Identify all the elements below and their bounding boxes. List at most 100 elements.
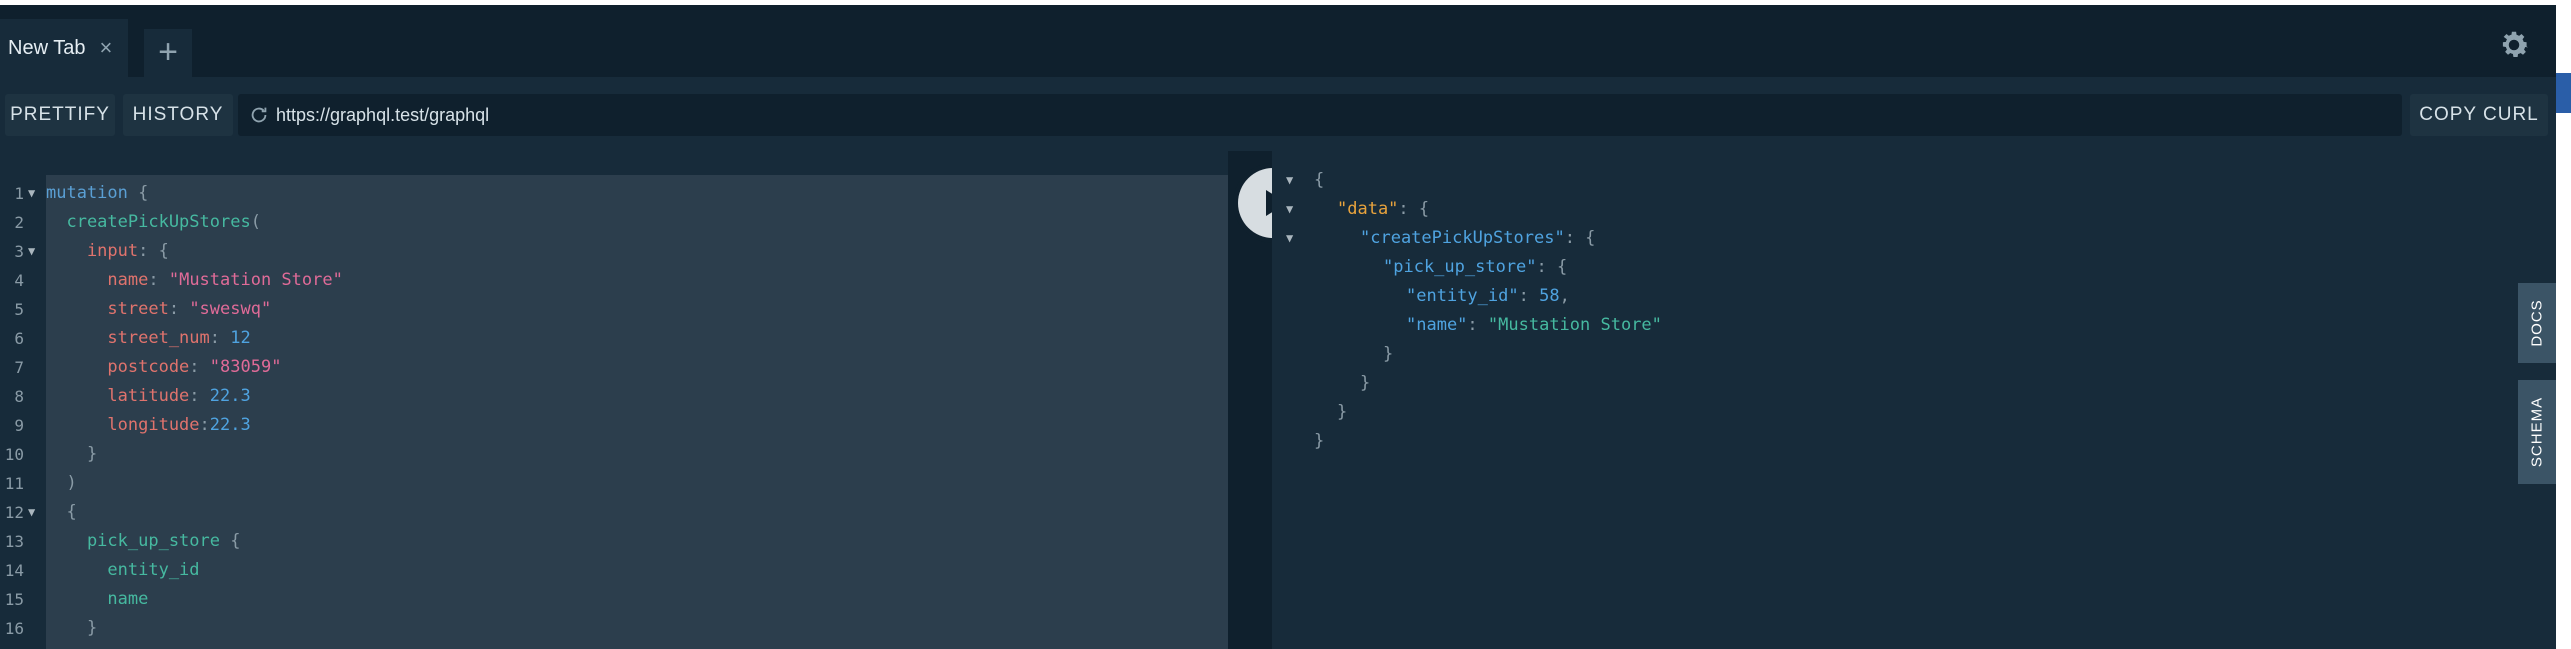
code-text: longitude:22.3 [46,411,250,440]
editor-line: 14 entity_id [0,556,1228,585]
line-number: 16 [4,619,24,638]
gear-icon[interactable] [2496,27,2532,63]
editor-line: 1 ▼ mutation { [0,179,1228,208]
line-number: 4 [14,271,24,290]
code-text: entity_id [46,556,200,585]
code-token: name [46,589,149,609]
editor-line: 4 name: "Mustation Store" [0,266,1228,295]
code-text: postcode: "83059" [46,353,281,382]
result-line: ▼{ [1272,166,2472,195]
code-text: input: { [46,237,169,266]
result-text: "entity_id": 58, [1406,282,1570,311]
line-number: 7 [14,358,24,377]
fold-arrow-icon[interactable]: ▼ [1286,166,1293,195]
line-number: 17 [0,643,24,649]
code-token: postcode [46,357,190,377]
code-token: mutation [46,183,128,203]
line-number: 3 [14,242,24,261]
accent-bar [2556,73,2571,113]
code-text: street_num: 12 [46,324,250,353]
code-token: : { [138,241,169,261]
editor-line: 9 longitude:22.3 [0,411,1228,440]
line-number: 6 [14,329,24,348]
result-line: "entity_id": 58, [1272,282,2472,311]
result-text: { [1314,166,1324,195]
code-text: } [46,643,76,649]
code-token: : [189,386,210,406]
result-token: } [1360,373,1371,393]
schema-tab[interactable]: SCHEMA [2518,380,2556,484]
result-text: } [1360,369,1370,398]
code-token: : [199,415,210,435]
code-token: : [189,357,210,377]
code-text: pick_up_store { [46,527,241,556]
result-token: "pick_up_store" [1383,257,1537,277]
editor-line: 16 } [0,614,1228,643]
code-text: latitude: 22.3 [46,382,251,411]
line-number: 13 [4,532,24,551]
code-token: street [46,299,169,319]
add-tab-button[interactable]: + [144,29,192,77]
code-token: } [46,618,98,638]
result-token: "data" [1337,199,1399,219]
result-token: "createPickUpStores" [1360,228,1565,248]
fold-arrow-icon[interactable]: ▼ [28,498,35,527]
editor-line: 10 } [0,440,1228,469]
code-token: : [148,270,169,290]
result-line: } [1272,369,2472,398]
tab-new-tab[interactable]: New Tab × [0,19,128,77]
result-text: } [1383,340,1393,369]
result-token: } [1314,431,1325,451]
docs-tab[interactable]: DOCS [2518,283,2556,363]
code-token: } [46,444,98,464]
line-number: 2 [14,213,24,232]
endpoint-url-input[interactable]: https://graphql.test/graphql [238,94,2402,136]
fold-arrow-icon[interactable]: ▼ [28,179,35,208]
result-token: : [1518,286,1540,306]
code-token: 22.3 [209,386,251,406]
line-number: 1 [14,184,24,203]
close-icon[interactable]: × [99,35,112,61]
code-text: name: "Mustation Store" [46,266,342,295]
code-token: { [220,531,241,551]
editor-line: 2 createPickUpStores( [0,208,1228,237]
result-token: : [1467,315,1488,335]
code-token: "sweswq" [189,299,272,319]
history-button[interactable]: HISTORY [123,94,233,136]
editor-line: 11 ) [0,469,1228,498]
code-token: latitude [46,386,190,406]
editor-line: 5 street: "sweswq" [0,295,1228,324]
tab-title: New Tab [8,36,86,59]
result-line: } [1272,427,2472,456]
endpoint-url-text: https://graphql.test/graphql [276,105,490,125]
fold-arrow-icon[interactable]: ▼ [1286,195,1293,224]
code-token: entity_id [46,560,200,580]
fold-arrow-icon[interactable]: ▼ [28,237,35,266]
result-text: "createPickUpStores": { [1360,224,1595,253]
editor-line: 8 latitude: 22.3 [0,382,1228,411]
query-editor[interactable]: 1 ▼ mutation {2 createPickUpStores(3 ▼ inpu… [0,167,1228,649]
editor-line: 7 postcode: "83059" [0,353,1228,382]
code-token: "83059" [209,357,282,377]
docs-tab-label: DOCS [2528,299,2546,347]
code-token: { [46,502,77,522]
line-number: 12 [4,503,24,522]
result-line: ▼ "createPickUpStores": { [1272,224,2472,253]
result-token: : { [1398,199,1430,219]
tab-bar: New Tab × + [0,5,2556,77]
result-line: ▼ "data": { [1272,195,2472,224]
fold-arrow-icon[interactable]: ▼ [1286,224,1293,253]
code-token: : [209,328,231,348]
code-token: ( [250,212,261,232]
code-text: { [46,498,77,527]
window-right-edge [2556,5,2571,649]
result-line: } [1272,340,2472,369]
result-line: "pick_up_store": { [1272,253,2472,282]
result-viewer[interactable]: ▼{▼ "data": {▼ "createPickUpStores": {"pic… [1272,151,2556,649]
copy-curl-button[interactable]: COPY CURL [2410,94,2548,136]
prettify-button[interactable]: PRETTIFY [5,94,115,136]
line-number: 9 [14,416,24,435]
reload-icon[interactable] [248,104,270,126]
code-text: mutation { [46,179,148,208]
code-token: name [46,270,149,290]
